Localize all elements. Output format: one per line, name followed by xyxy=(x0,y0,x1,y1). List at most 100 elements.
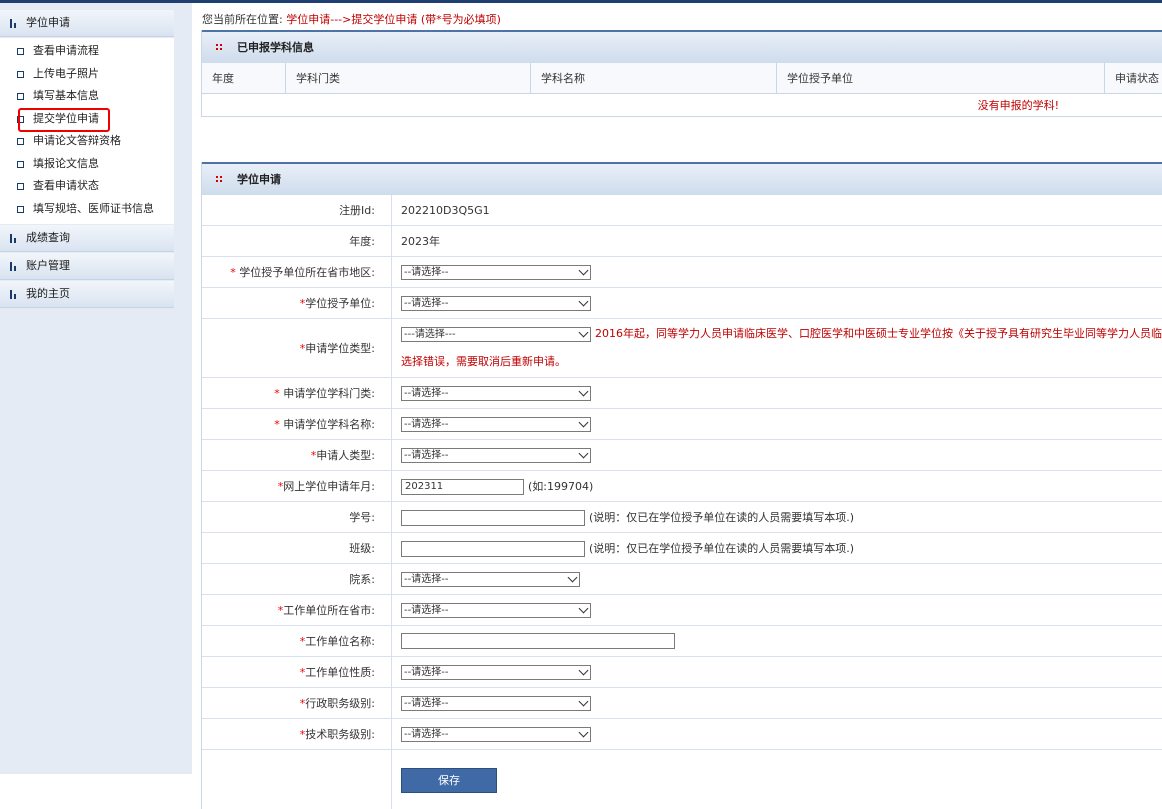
degree-type-notice-2: 选择错误，需要取消后重新申请。 xyxy=(401,348,1162,376)
form-row-subject-category: * 申请学位学科门类: --请选择-- xyxy=(202,378,1162,409)
subject-category-select[interactable]: --请选择-- xyxy=(401,386,591,401)
form-row-work-name: *工作单位名称: xyxy=(202,626,1162,657)
field-label: 学位授予单位: xyxy=(305,297,375,310)
chevron-down-icon xyxy=(579,603,589,613)
sidebar-section-scores[interactable]: 成绩查询 xyxy=(0,225,174,252)
field-label: 年度: xyxy=(202,226,392,257)
sidebar-section-account[interactable]: 账户管理 xyxy=(0,253,174,280)
chevron-down-icon xyxy=(579,265,589,275)
student-no-input[interactable] xyxy=(401,510,585,526)
field-label: 工作单位名称: xyxy=(305,635,375,648)
sidebar-item-view-process[interactable]: 查看申请流程 xyxy=(0,40,174,63)
column-header: 学科名称 xyxy=(531,63,777,94)
sidebar-item-application-status[interactable]: 查看申请状态 xyxy=(0,175,174,198)
main-content: 您当前所在位置: 学位申请--->提交学位申请 (带*号为必填项) 已申报学科信… xyxy=(192,3,1162,774)
required-mark: * xyxy=(274,418,280,431)
required-mark: * xyxy=(230,266,236,279)
chevron-down-icon xyxy=(579,417,589,427)
degree-type-select[interactable]: ---请选择--- xyxy=(401,327,591,342)
applicant-type-select[interactable]: --请选择-- xyxy=(401,448,591,463)
bar-chart-icon xyxy=(10,289,20,299)
form-row-tech-level: *技术职务级别: --请选择-- xyxy=(202,719,1162,750)
department-select[interactable]: --请选择-- xyxy=(401,572,580,587)
work-nature-select[interactable]: --请选择-- xyxy=(401,665,591,680)
sidebar-item-basic-info[interactable]: 填写基本信息 xyxy=(0,85,174,108)
sidebar-item-submit-application[interactable]: 提交学位申请 xyxy=(0,108,174,131)
degree-type-notice: 2016年起，同等学力人员申请临床医学、口腔医学和中医硕士专业学位按《关于授予具… xyxy=(595,327,1162,340)
sidebar-item-thesis-info[interactable]: 填报论文信息 xyxy=(0,153,174,176)
sidebar-section-degree-apply[interactable]: 学位申请 xyxy=(0,10,174,37)
sidebar-section-homepage[interactable]: 我的主页 xyxy=(0,281,174,308)
field-label: 申请学位类型: xyxy=(305,342,375,355)
chevron-down-icon xyxy=(579,296,589,306)
field-label: 学号: xyxy=(202,502,392,533)
column-header: 年度 xyxy=(202,63,286,94)
degree-application-panel: 学位申请 注册Id: 202210D3Q5G1 年度: 2023年 * 学位授予… xyxy=(201,162,1162,809)
class-input[interactable] xyxy=(401,541,585,557)
column-header: 学位授予单位 xyxy=(777,63,1105,94)
form-row-unit-region: * 学位授予单位所在省市地区: --请选择-- xyxy=(202,257,1162,288)
form-row-work-city: *工作单位所在省市: --请选择-- xyxy=(202,595,1162,626)
form-row-unit: *学位授予单位: --请选择-- xyxy=(202,288,1162,319)
chevron-down-icon xyxy=(579,696,589,706)
form-row-applicant-type: *申请人类型: --请选择-- xyxy=(202,440,1162,471)
chevron-down-icon xyxy=(579,727,589,737)
field-label: 网上学位申请年月: xyxy=(283,480,375,493)
sidebar-list-degree-apply: 查看申请流程 上传电子照片 填写基本信息 提交学位申请 申请论文答辩资格 填报论… xyxy=(0,38,174,224)
year-value: 2023年 xyxy=(401,235,440,248)
bar-chart-icon xyxy=(10,261,20,271)
work-name-input[interactable] xyxy=(401,633,675,649)
chevron-down-icon xyxy=(579,665,589,675)
tech-level-select[interactable]: --请选择-- xyxy=(401,727,591,742)
sidebar-item-upload-photo[interactable]: 上传电子照片 xyxy=(0,63,174,86)
admin-level-select[interactable]: --请选择-- xyxy=(401,696,591,711)
square-bullet-icon xyxy=(17,48,24,55)
table-header-row: 年度 学科门类 学科名称 学位授予单位 申请状态 xyxy=(202,63,1162,94)
sidebar: 学位申请 查看申请流程 上传电子照片 填写基本信息 提交学位申请 申请论文答辩资… xyxy=(0,3,192,774)
unit-select[interactable]: --请选择-- xyxy=(401,296,591,311)
square-bullet-icon xyxy=(17,161,24,168)
apply-month-input[interactable]: 202311 xyxy=(401,479,524,495)
highlight-box xyxy=(18,108,110,132)
application-form: 注册Id: 202210D3Q5G1 年度: 2023年 * 学位授予单位所在省… xyxy=(202,195,1162,809)
empty-message: 没有申报的学科! xyxy=(202,94,1162,117)
form-row-subject-name: * 申请学位学科名称: --请选择-- xyxy=(202,409,1162,440)
sidebar-item-defense-qualification[interactable]: 申请论文答辩资格 xyxy=(0,130,174,153)
sidebar-item-certificate-info[interactable]: 填写规培、医师证书信息 xyxy=(0,198,174,221)
reg-id-value: 202210D3Q5G1 xyxy=(401,204,490,217)
column-header: 申请状态 xyxy=(1105,63,1162,94)
work-city-select[interactable]: --请选择-- xyxy=(401,603,591,618)
grid-dot-icon xyxy=(216,44,222,50)
bar-chart-icon xyxy=(10,18,20,28)
field-label: 学位授予单位所在省市地区: xyxy=(239,266,375,279)
square-bullet-icon xyxy=(17,138,24,145)
apply-month-hint: (如:199704) xyxy=(528,480,593,493)
field-label: 院系: xyxy=(202,564,392,595)
chevron-down-icon xyxy=(579,386,589,396)
chevron-down-icon xyxy=(568,572,578,582)
form-row-student-no: 学号: (说明：仅已在学位授予单位在读的人员需要填写本项.) xyxy=(202,502,1162,533)
field-label: 工作单位性质: xyxy=(305,666,375,679)
field-label: 申请人类型: xyxy=(316,449,375,462)
table-row: 没有申报的学科! xyxy=(202,94,1162,117)
form-row-degree-type: *申请学位类型: ---请选择---2016年起，同等学力人员申请临床医学、口腔… xyxy=(202,319,1162,378)
field-label: 行政职务级别: xyxy=(305,697,375,710)
square-bullet-icon xyxy=(17,183,24,190)
class-hint: (说明：仅已在学位授予单位在读的人员需要填写本项.) xyxy=(589,542,854,555)
form-row-work-nature: *工作单位性质: --请选择-- xyxy=(202,657,1162,688)
student-no-hint: (说明：仅已在学位授予单位在读的人员需要填写本项.) xyxy=(589,511,854,524)
unit-region-select[interactable]: --请选择-- xyxy=(401,265,591,280)
form-row-year: 年度: 2023年 xyxy=(202,226,1162,257)
bar-chart-icon xyxy=(10,233,20,243)
subject-name-select[interactable]: --请选择-- xyxy=(401,417,591,432)
field-label: 申请学位学科门类: xyxy=(283,387,375,400)
field-label: 申请学位学科名称: xyxy=(283,418,375,431)
field-label: 注册Id: xyxy=(202,195,392,226)
square-bullet-icon xyxy=(17,206,24,213)
applied-subjects-table: 年度 学科门类 学科名称 学位授予单位 申请状态 没有申报的学科! xyxy=(202,63,1162,117)
save-button[interactable]: 保存 xyxy=(401,768,497,793)
form-row-department: 院系: --请选择-- xyxy=(202,564,1162,595)
field-label: 技术职务级别: xyxy=(305,728,375,741)
column-header: 学科门类 xyxy=(286,63,531,94)
form-row-reg-id: 注册Id: 202210D3Q5G1 xyxy=(202,195,1162,226)
